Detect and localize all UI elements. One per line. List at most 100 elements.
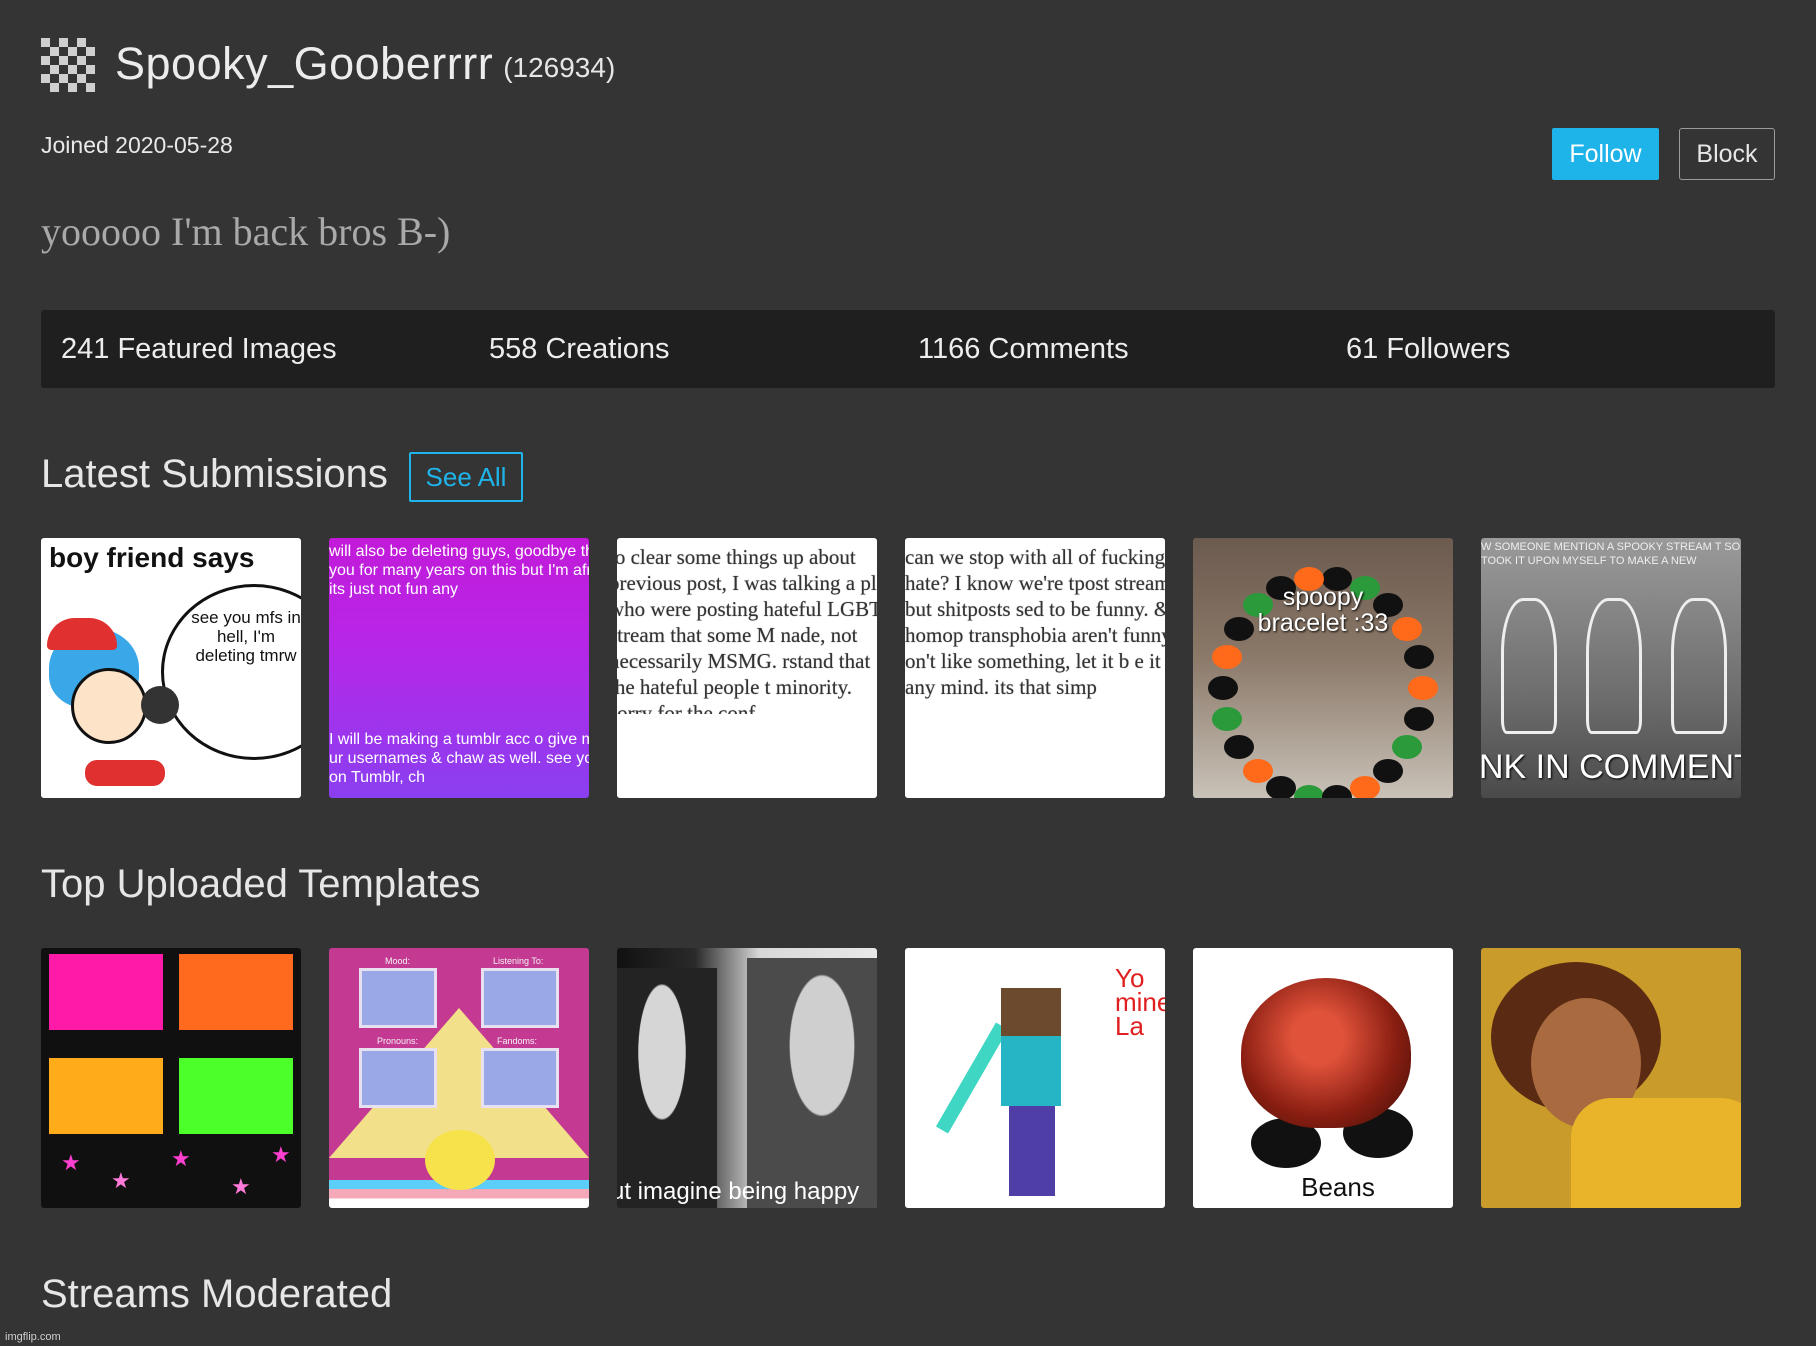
template-label: Fandoms: xyxy=(497,1036,538,1046)
avatar-pixel xyxy=(86,56,95,65)
cartoon-figure xyxy=(425,1130,495,1190)
template-label: Pronouns: xyxy=(377,1036,419,1046)
joined-date: Joined 2020-05-28 xyxy=(41,132,233,158)
user-id: (126934) xyxy=(503,52,616,83)
stat-creations[interactable]: 558 Creations xyxy=(489,310,670,388)
see-all-button[interactable]: See All xyxy=(409,452,523,502)
template-thumb[interactable] xyxy=(1481,948,1741,1208)
avatar-pixel xyxy=(50,83,59,92)
template-thumb[interactable]: ut imagine being happy xyxy=(617,948,877,1208)
templates-row: ★ ★ ★ ★ ★ Mood: Listening To: Pronouns: … xyxy=(41,948,1741,1208)
avatar-pixel xyxy=(41,47,50,56)
site-credit: imgflip.com xyxy=(5,1331,61,1343)
avatar[interactable] xyxy=(41,38,95,92)
bead xyxy=(1373,759,1404,784)
color-box xyxy=(49,1058,163,1134)
avatar-pixel xyxy=(41,56,50,65)
avatar-pixel xyxy=(68,47,77,56)
user-bio: yooooo I'm back bros B-) xyxy=(41,209,451,254)
submission-thumb[interactable]: will also be deleting guys, goodbye than… xyxy=(329,538,589,798)
star-icon: ★ xyxy=(61,1150,81,1175)
submission-thumb[interactable]: W SOMEONE MENTION A SPOOKY STREAM T SO I… xyxy=(1481,538,1741,798)
bead xyxy=(1408,676,1438,700)
stat-comments[interactable]: 1166 Comments xyxy=(918,310,1129,388)
template-thumb[interactable]: Mood: Listening To: Pronouns: Fandoms: xyxy=(329,948,589,1208)
template-box xyxy=(481,1048,559,1108)
avatar-pixel xyxy=(86,83,95,92)
avatar-pixel xyxy=(59,65,68,74)
avatar-pixel xyxy=(41,83,50,92)
color-box xyxy=(179,1058,293,1134)
avatar-pixel xyxy=(77,83,86,92)
color-box xyxy=(49,954,163,1030)
thumb-caption: spoopy bracelet :33 xyxy=(1257,583,1389,637)
template-thumb[interactable]: Beans xyxy=(1193,948,1453,1208)
avatar-pixel xyxy=(41,65,50,74)
avatar-pixel xyxy=(86,65,95,74)
follow-button[interactable]: Follow xyxy=(1552,128,1659,180)
stat-followers[interactable]: 61 Followers xyxy=(1346,310,1510,388)
color-box xyxy=(179,954,293,1030)
avatar-pixel xyxy=(50,38,59,47)
template-thumb[interactable]: ★ ★ ★ ★ ★ xyxy=(41,948,301,1208)
avatar-pixel xyxy=(68,56,77,65)
character-jacket xyxy=(1571,1098,1741,1208)
thumb-caption: NK IN COMMENT xyxy=(1481,748,1741,786)
star-icon: ★ xyxy=(111,1168,131,1193)
template-box xyxy=(481,968,559,1028)
avatar-pixel xyxy=(77,38,86,47)
thumb-header: W SOMEONE MENTION A SPOOKY STREAM T SO I… xyxy=(1481,541,1741,567)
stat-featured-images[interactable]: 241 Featured Images xyxy=(61,310,337,388)
template-box xyxy=(359,1048,437,1108)
microphone-icon xyxy=(141,686,179,724)
stats-bar: 241 Featured Images 558 Creations 1166 C… xyxy=(41,310,1775,388)
sword-icon xyxy=(935,1022,1009,1134)
bead xyxy=(1266,776,1297,798)
thumb-caption: boy friend says xyxy=(49,542,255,573)
avatar-pixel xyxy=(77,74,86,83)
bubble-text: see you mfs in hell, I'm deleting tmrw xyxy=(191,608,301,665)
avatar-pixel xyxy=(41,74,50,83)
avatar-pixel xyxy=(41,38,50,47)
avatar-pixel xyxy=(50,65,59,74)
avatar-pixel xyxy=(50,74,59,83)
template-label: Listening To: xyxy=(493,956,544,966)
star-icon: ★ xyxy=(171,1146,191,1171)
avatar-pixel xyxy=(50,56,59,65)
skeleton-figure xyxy=(1501,598,1557,734)
submission-thumb[interactable]: to clear some things up about previous p… xyxy=(617,538,877,798)
thumb-caption: ut imagine being happy xyxy=(617,1178,860,1205)
template-box xyxy=(359,968,437,1028)
avatar-pixel xyxy=(59,56,68,65)
submission-thumb[interactable]: spoopy bracelet :33 xyxy=(1193,538,1453,798)
block-button[interactable]: Block xyxy=(1679,128,1775,180)
bead xyxy=(1208,676,1238,700)
character-legs xyxy=(1009,1106,1055,1196)
avatar-pixel xyxy=(86,74,95,83)
thumb-text-top: will also be deleting guys, goodbye than… xyxy=(329,543,589,598)
top-templates-title: Top Uploaded Templates xyxy=(41,862,481,906)
avatar-pixel xyxy=(68,65,77,74)
avatar-pixel xyxy=(59,47,68,56)
person-figure xyxy=(747,958,877,1208)
star-icon: ★ xyxy=(271,1142,291,1167)
person-figure xyxy=(617,968,717,1208)
star-icon: ★ xyxy=(231,1174,251,1199)
bead xyxy=(1212,645,1243,669)
character-cap xyxy=(47,618,117,650)
template-thumb[interactable]: Yo mine La xyxy=(905,948,1165,1208)
bead xyxy=(1212,706,1243,731)
avatar-pixel xyxy=(59,83,68,92)
latest-submissions-title: Latest Submissions xyxy=(41,452,388,496)
avatar-pixel xyxy=(68,38,77,47)
bead xyxy=(1293,784,1324,798)
avatar-pixel xyxy=(59,38,68,47)
avatar-pixel xyxy=(68,74,77,83)
avatar-pixel xyxy=(86,47,95,56)
submissions-row: boy friend says see you mfs in hell, I'm… xyxy=(41,538,1741,798)
bead xyxy=(1392,735,1423,760)
submission-thumb[interactable]: can we stop with all of fucking hate? I … xyxy=(905,538,1165,798)
goomba-figure xyxy=(1241,978,1411,1128)
submission-thumb[interactable]: boy friend says see you mfs in hell, I'm… xyxy=(41,538,301,798)
bead xyxy=(1242,759,1273,784)
